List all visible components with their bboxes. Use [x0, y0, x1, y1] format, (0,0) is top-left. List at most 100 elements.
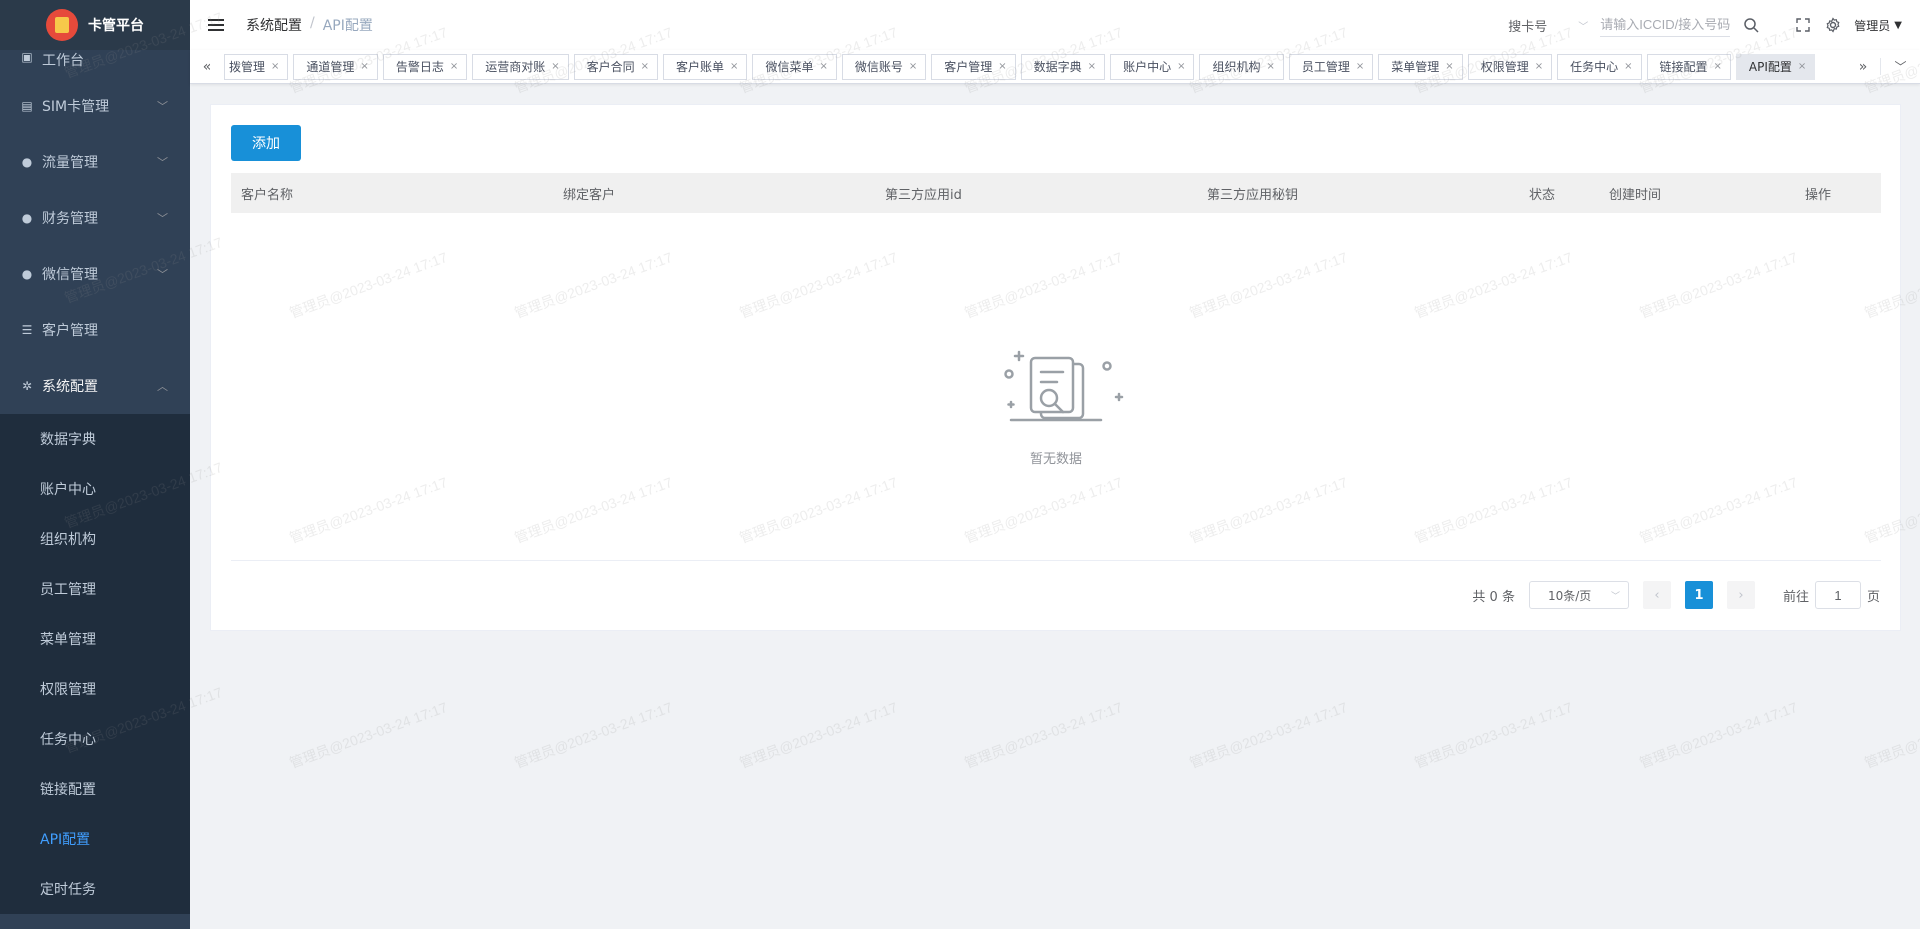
sidebar-item-finance[interactable]: ● 财务管理 ﹀	[0, 190, 190, 246]
sidebar-item-cron[interactable]: 定时任务	[0, 864, 190, 914]
content-card: 添加 客户名称 绑定客户 第三方应用id 第三方应用秘钥 状态 创建时间 操作	[210, 104, 1901, 631]
sidebar-item-api[interactable]: API配置	[0, 814, 190, 864]
scroll-left-icon[interactable]: «	[190, 59, 224, 75]
tag-label: 菜单管理	[1391, 60, 1440, 74]
next-page-button[interactable]: ›	[1726, 581, 1755, 609]
sidebar-item-label: 工作台	[42, 53, 84, 69]
tag-item[interactable]: 客户合同 ×	[573, 53, 659, 80]
sidebar-item-tasks[interactable]: 任务中心	[0, 714, 190, 764]
tag-label: 运营商对账	[485, 60, 546, 74]
prev-page-button[interactable]: ‹	[1642, 581, 1671, 609]
chevron-down-icon: ﹀	[157, 156, 168, 169]
sidebar-item-staff[interactable]: 员工管理	[0, 564, 190, 614]
close-icon[interactable]: ×	[730, 61, 738, 72]
pagination: 共 0 条 10条/页 ﹀ ‹ 1 › 前往 页	[1472, 581, 1880, 609]
chevron-down-icon: ﹀	[157, 268, 168, 281]
add-button[interactable]: 添加	[231, 125, 301, 161]
tag-item[interactable]: 数据字典 ×	[1020, 53, 1106, 80]
close-icon[interactable]: ×	[1535, 61, 1543, 72]
close-icon[interactable]: ×	[1088, 61, 1096, 72]
goto-page: 前往 页	[1783, 581, 1880, 609]
sidebar-item-traffic[interactable]: ● 流量管理 ﹀	[0, 134, 190, 190]
breadcrumb: 系统配置 / API配置	[246, 15, 373, 35]
fullscreen-icon[interactable]	[1794, 16, 1812, 34]
empty-text: 暂无数据	[1029, 452, 1082, 467]
sidebar-item-label: 流量管理	[42, 155, 98, 171]
close-icon[interactable]: ×	[1798, 61, 1806, 72]
watermark-text: 管理员@2023-03-24 17:17	[1412, 698, 1575, 772]
close-icon[interactable]: ×	[819, 61, 827, 72]
tags-dropdown-icon[interactable]: ﹀	[1880, 58, 1920, 75]
scroll-right-icon[interactable]: »	[1846, 59, 1880, 75]
close-icon[interactable]: ×	[450, 61, 458, 72]
search-type-label: 搜卡号	[1508, 19, 1548, 35]
tag-item[interactable]: 运营商对账 ×	[472, 53, 569, 80]
close-icon[interactable]: ×	[909, 61, 917, 72]
close-icon[interactable]: ×	[998, 61, 1006, 72]
navbar: 系统配置 / API配置 搜卡号 ﹀ 管理员 ▼	[190, 0, 1920, 50]
tag-item[interactable]: 链接配置 ×	[1646, 53, 1731, 80]
watermark-text: 管理员@2023-03-24 17:17	[287, 698, 450, 772]
sidebar: 卡管平台 ▣ 工作台 ▤ SIM卡管理 ﹀ ● 流量管理 ﹀ ● 财务管理 ﹀ …	[0, 0, 190, 929]
sidebar-item-data-dict[interactable]: 数据字典	[0, 414, 190, 464]
settings-icon[interactable]	[1824, 16, 1842, 34]
sidebar-item-permission[interactable]: 权限管理	[0, 664, 190, 714]
close-icon[interactable]: ×	[1266, 61, 1274, 72]
sidebar-item-menu[interactable]: 菜单管理	[0, 614, 190, 664]
sidebar-item-sim[interactable]: ▤ SIM卡管理 ﹀	[0, 78, 190, 134]
close-icon[interactable]: ×	[641, 61, 649, 72]
sidebar-item-customers[interactable]: ☰ 客户管理	[0, 302, 190, 358]
sidebar-item-account[interactable]: 账户中心	[0, 464, 190, 514]
search-input[interactable]	[1600, 13, 1731, 37]
chevron-down-icon: ﹀	[157, 100, 168, 113]
close-icon[interactable]: ×	[1445, 61, 1453, 72]
tag-item[interactable]: 组织机构 ×	[1199, 53, 1284, 80]
user-dropdown[interactable]: 管理员 ▼	[1854, 17, 1902, 34]
chevron-down-icon: ﹀	[1578, 21, 1589, 33]
watermark-text: 管理员@2023-03-24 17:17	[1862, 699, 1920, 772]
sidebar-item-label: 数据字典	[40, 432, 96, 448]
sidebar-item-system[interactable]: ✲ 系统配置 ︿	[0, 358, 190, 414]
close-icon[interactable]: ×	[551, 61, 559, 72]
tag-item[interactable]: 微信菜单 ×	[752, 53, 837, 80]
close-icon[interactable]: ×	[1356, 61, 1364, 72]
page-number-current[interactable]: 1	[1684, 581, 1713, 609]
page-size-select[interactable]: 10条/页 ﹀	[1528, 581, 1629, 609]
tag-item[interactable]: 拨管理 ×	[224, 53, 289, 80]
breadcrumb-item[interactable]: 系统配置	[246, 15, 302, 35]
goto-page-input[interactable]	[1814, 581, 1861, 609]
close-icon[interactable]: ×	[360, 61, 368, 72]
sidebar-item-label: 微信管理	[42, 267, 98, 283]
tag-item[interactable]: 权限管理 ×	[1467, 53, 1553, 80]
table-empty: 暂无数据	[231, 213, 1881, 561]
close-icon[interactable]: ×	[271, 61, 279, 72]
tag-item[interactable]: 员工管理 ×	[1288, 53, 1374, 80]
sim-card-icon: ▤	[21, 99, 33, 113]
sidebar-item-links[interactable]: 链接配置	[0, 764, 190, 814]
gear-icon: ✲	[21, 379, 33, 393]
search-icon[interactable]	[1742, 16, 1760, 34]
tag-item[interactable]: 账户中心 ×	[1110, 53, 1195, 80]
tag-item[interactable]: 客户账单 ×	[663, 53, 748, 80]
hamburger-icon[interactable]	[208, 19, 224, 31]
tag-item[interactable]: 微信账号 ×	[841, 53, 927, 80]
close-icon[interactable]: ×	[1624, 61, 1632, 72]
tag-item[interactable]: 菜单管理 ×	[1378, 53, 1463, 80]
app-title: 卡管平台	[88, 18, 144, 34]
sidebar-item-dashboard[interactable]: ▣ 工作台	[0, 50, 190, 78]
sidebar-item-org[interactable]: 组织机构	[0, 514, 190, 564]
sidebar-item-wechat[interactable]: ● 微信管理 ﹀	[0, 246, 190, 302]
sidebar-item-label: 客户管理	[42, 323, 98, 339]
tag-item-active[interactable]: API配置 ×	[1735, 53, 1816, 80]
close-icon[interactable]: ×	[1714, 61, 1722, 72]
tag-item[interactable]: 告警日志 ×	[382, 53, 468, 80]
tag-item[interactable]: 任务中心 ×	[1557, 53, 1642, 80]
tag-item[interactable]: 客户管理 ×	[931, 53, 1016, 80]
search-type-select[interactable]: 搜卡号 ﹀	[1508, 16, 1588, 35]
watermark-text: 管理员@2023-03-24 17:17	[512, 698, 675, 772]
close-icon[interactable]: ×	[1177, 61, 1185, 72]
tag-label: 通道管理	[306, 60, 355, 74]
tag-item[interactable]: 通道管理 ×	[293, 53, 378, 80]
column-header: 第三方应用秘钥	[1207, 187, 1299, 203]
sidebar-item-label: 账户中心	[40, 482, 96, 498]
